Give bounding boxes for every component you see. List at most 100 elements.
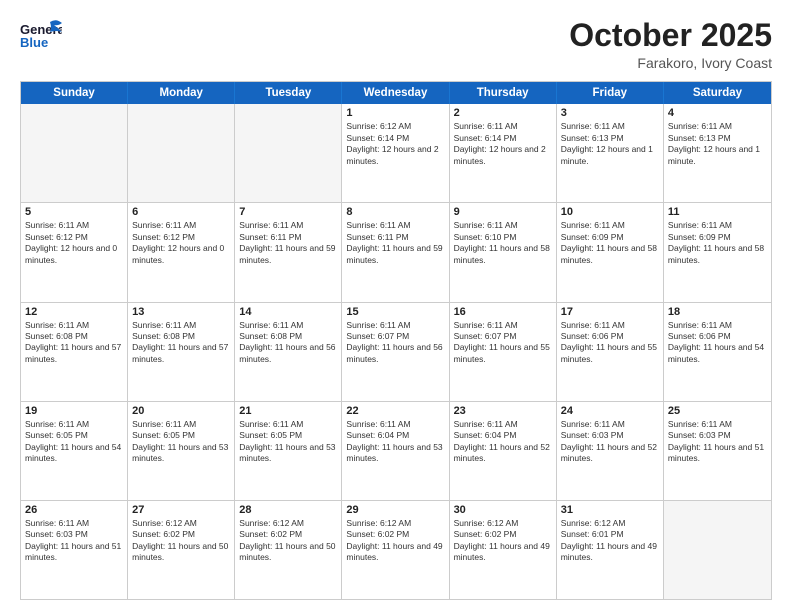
cell-info: Sunrise: 6:11 AM Sunset: 6:12 PM Dayligh… — [25, 220, 123, 266]
day-number: 22 — [346, 405, 444, 417]
calendar-row: 19 Sunrise: 6:11 AM Sunset: 6:05 PM Dayli… — [21, 401, 771, 500]
cell-info: Sunrise: 6:11 AM Sunset: 6:10 PM Dayligh… — [454, 220, 552, 266]
weekday-header: Wednesday — [342, 82, 449, 104]
calendar-cell: 1 Sunrise: 6:12 AM Sunset: 6:14 PM Daylig… — [342, 104, 449, 202]
cell-info: Sunrise: 6:11 AM Sunset: 6:11 PM Dayligh… — [346, 220, 444, 266]
calendar-cell: 19 Sunrise: 6:11 AM Sunset: 6:05 PM Dayli… — [21, 402, 128, 500]
weekday-header: Friday — [557, 82, 664, 104]
day-number: 5 — [25, 206, 123, 218]
calendar-row: 5 Sunrise: 6:11 AM Sunset: 6:12 PM Daylig… — [21, 202, 771, 301]
calendar-cell: 2 Sunrise: 6:11 AM Sunset: 6:14 PM Daylig… — [450, 104, 557, 202]
calendar-cell: 21 Sunrise: 6:11 AM Sunset: 6:05 PM Dayli… — [235, 402, 342, 500]
day-number: 10 — [561, 206, 659, 218]
calendar-body: 1 Sunrise: 6:12 AM Sunset: 6:14 PM Daylig… — [21, 104, 771, 599]
day-number: 23 — [454, 405, 552, 417]
header: General Blue October 2025 Farakoro, Ivor… — [20, 18, 772, 71]
cell-info: Sunrise: 6:11 AM Sunset: 6:13 PM Dayligh… — [561, 121, 659, 167]
cell-info: Sunrise: 6:11 AM Sunset: 6:05 PM Dayligh… — [25, 419, 123, 465]
cell-info: Sunrise: 6:12 AM Sunset: 6:14 PM Dayligh… — [346, 121, 444, 167]
logo-icon: General Blue — [20, 18, 62, 50]
calendar-cell: 5 Sunrise: 6:11 AM Sunset: 6:12 PM Daylig… — [21, 203, 128, 301]
cell-info: Sunrise: 6:11 AM Sunset: 6:06 PM Dayligh… — [561, 320, 659, 366]
cell-info: Sunrise: 6:11 AM Sunset: 6:14 PM Dayligh… — [454, 121, 552, 167]
day-number: 9 — [454, 206, 552, 218]
cell-info: Sunrise: 6:12 AM Sunset: 6:02 PM Dayligh… — [239, 518, 337, 564]
day-number: 19 — [25, 405, 123, 417]
cell-info: Sunrise: 6:11 AM Sunset: 6:13 PM Dayligh… — [668, 121, 767, 167]
svg-text:Blue: Blue — [20, 35, 48, 50]
day-number: 6 — [132, 206, 230, 218]
day-number: 4 — [668, 107, 767, 119]
calendar-cell: 28 Sunrise: 6:12 AM Sunset: 6:02 PM Dayli… — [235, 501, 342, 599]
weekday-header: Tuesday — [235, 82, 342, 104]
calendar-cell — [21, 104, 128, 202]
cell-info: Sunrise: 6:11 AM Sunset: 6:06 PM Dayligh… — [668, 320, 767, 366]
day-number: 20 — [132, 405, 230, 417]
day-number: 16 — [454, 306, 552, 318]
calendar-cell: 31 Sunrise: 6:12 AM Sunset: 6:01 PM Dayli… — [557, 501, 664, 599]
day-number: 31 — [561, 504, 659, 516]
calendar-cell: 10Sunrise: 6:11 AM Sunset: 6:09 PM Dayli… — [557, 203, 664, 301]
day-number: 30 — [454, 504, 552, 516]
day-number: 2 — [454, 107, 552, 119]
calendar-cell: 24 Sunrise: 6:11 AM Sunset: 6:03 PM Dayli… — [557, 402, 664, 500]
cell-info: Sunrise: 6:11 AM Sunset: 6:07 PM Dayligh… — [346, 320, 444, 366]
cell-info: Sunrise: 6:12 AM Sunset: 6:01 PM Dayligh… — [561, 518, 659, 564]
calendar-row: 12 Sunrise: 6:11 AM Sunset: 6:08 PM Dayli… — [21, 302, 771, 401]
calendar-row: 1 Sunrise: 6:12 AM Sunset: 6:14 PM Daylig… — [21, 104, 771, 202]
calendar-cell: 6 Sunrise: 6:11 AM Sunset: 6:12 PM Daylig… — [128, 203, 235, 301]
calendar-cell: 4 Sunrise: 6:11 AM Sunset: 6:13 PM Daylig… — [664, 104, 771, 202]
cell-info: Sunrise: 6:11 AM Sunset: 6:09 PM Dayligh… — [668, 220, 767, 266]
calendar-cell: 25Sunrise: 6:11 AM Sunset: 6:03 PM Dayli… — [664, 402, 771, 500]
day-number: 24 — [561, 405, 659, 417]
calendar-cell: 20Sunrise: 6:11 AM Sunset: 6:05 PM Dayli… — [128, 402, 235, 500]
cell-info: Sunrise: 6:11 AM Sunset: 6:03 PM Dayligh… — [561, 419, 659, 465]
cell-info: Sunrise: 6:11 AM Sunset: 6:05 PM Dayligh… — [239, 419, 337, 465]
location: Farakoro, Ivory Coast — [569, 55, 772, 71]
weekday-header: Saturday — [664, 82, 771, 104]
calendar-cell: 26 Sunrise: 6:11 AM Sunset: 6:03 PM Dayli… — [21, 501, 128, 599]
calendar-header: SundayMondayTuesdayWednesdayThursdayFrid… — [21, 82, 771, 104]
calendar-cell: 30 Sunrise: 6:12 AM Sunset: 6:02 PM Dayli… — [450, 501, 557, 599]
cell-info: Sunrise: 6:11 AM Sunset: 6:08 PM Dayligh… — [239, 320, 337, 366]
day-number: 26 — [25, 504, 123, 516]
day-number: 7 — [239, 206, 337, 218]
weekday-header: Monday — [128, 82, 235, 104]
day-number: 29 — [346, 504, 444, 516]
cell-info: Sunrise: 6:11 AM Sunset: 6:08 PM Dayligh… — [25, 320, 123, 366]
day-number: 14 — [239, 306, 337, 318]
cell-info: Sunrise: 6:12 AM Sunset: 6:02 PM Dayligh… — [132, 518, 230, 564]
calendar-cell: 11Sunrise: 6:11 AM Sunset: 6:09 PM Dayli… — [664, 203, 771, 301]
calendar-cell — [235, 104, 342, 202]
day-number: 13 — [132, 306, 230, 318]
calendar: SundayMondayTuesdayWednesdayThursdayFrid… — [20, 81, 772, 600]
cell-info: Sunrise: 6:11 AM Sunset: 6:03 PM Dayligh… — [25, 518, 123, 564]
day-number: 18 — [668, 306, 767, 318]
calendar-cell: 7Sunrise: 6:11 AM Sunset: 6:11 PM Daylig… — [235, 203, 342, 301]
weekday-header: Sunday — [21, 82, 128, 104]
cell-info: Sunrise: 6:11 AM Sunset: 6:08 PM Dayligh… — [132, 320, 230, 366]
weekday-header: Thursday — [450, 82, 557, 104]
day-number: 1 — [346, 107, 444, 119]
cell-info: Sunrise: 6:12 AM Sunset: 6:02 PM Dayligh… — [454, 518, 552, 564]
calendar-row: 26 Sunrise: 6:11 AM Sunset: 6:03 PM Dayli… — [21, 500, 771, 599]
day-number: 25 — [668, 405, 767, 417]
calendar-cell: 17 Sunrise: 6:11 AM Sunset: 6:06 PM Dayli… — [557, 303, 664, 401]
calendar-cell: 14 Sunrise: 6:11 AM Sunset: 6:08 PM Dayli… — [235, 303, 342, 401]
calendar-cell: 3Sunrise: 6:11 AM Sunset: 6:13 PM Daylig… — [557, 104, 664, 202]
day-number: 17 — [561, 306, 659, 318]
calendar-cell: 22 Sunrise: 6:11 AM Sunset: 6:04 PM Dayli… — [342, 402, 449, 500]
day-number: 27 — [132, 504, 230, 516]
calendar-cell: 15Sunrise: 6:11 AM Sunset: 6:07 PM Dayli… — [342, 303, 449, 401]
cell-info: Sunrise: 6:11 AM Sunset: 6:12 PM Dayligh… — [132, 220, 230, 266]
day-number: 28 — [239, 504, 337, 516]
page: General Blue October 2025 Farakoro, Ivor… — [0, 0, 792, 612]
calendar-cell: 13 Sunrise: 6:11 AM Sunset: 6:08 PM Dayli… — [128, 303, 235, 401]
day-number: 12 — [25, 306, 123, 318]
day-number: 21 — [239, 405, 337, 417]
cell-info: Sunrise: 6:11 AM Sunset: 6:04 PM Dayligh… — [346, 419, 444, 465]
calendar-cell — [664, 501, 771, 599]
title-section: October 2025 Farakoro, Ivory Coast — [569, 18, 772, 71]
calendar-cell: 23Sunrise: 6:11 AM Sunset: 6:04 PM Dayli… — [450, 402, 557, 500]
month-title: October 2025 — [569, 18, 772, 53]
